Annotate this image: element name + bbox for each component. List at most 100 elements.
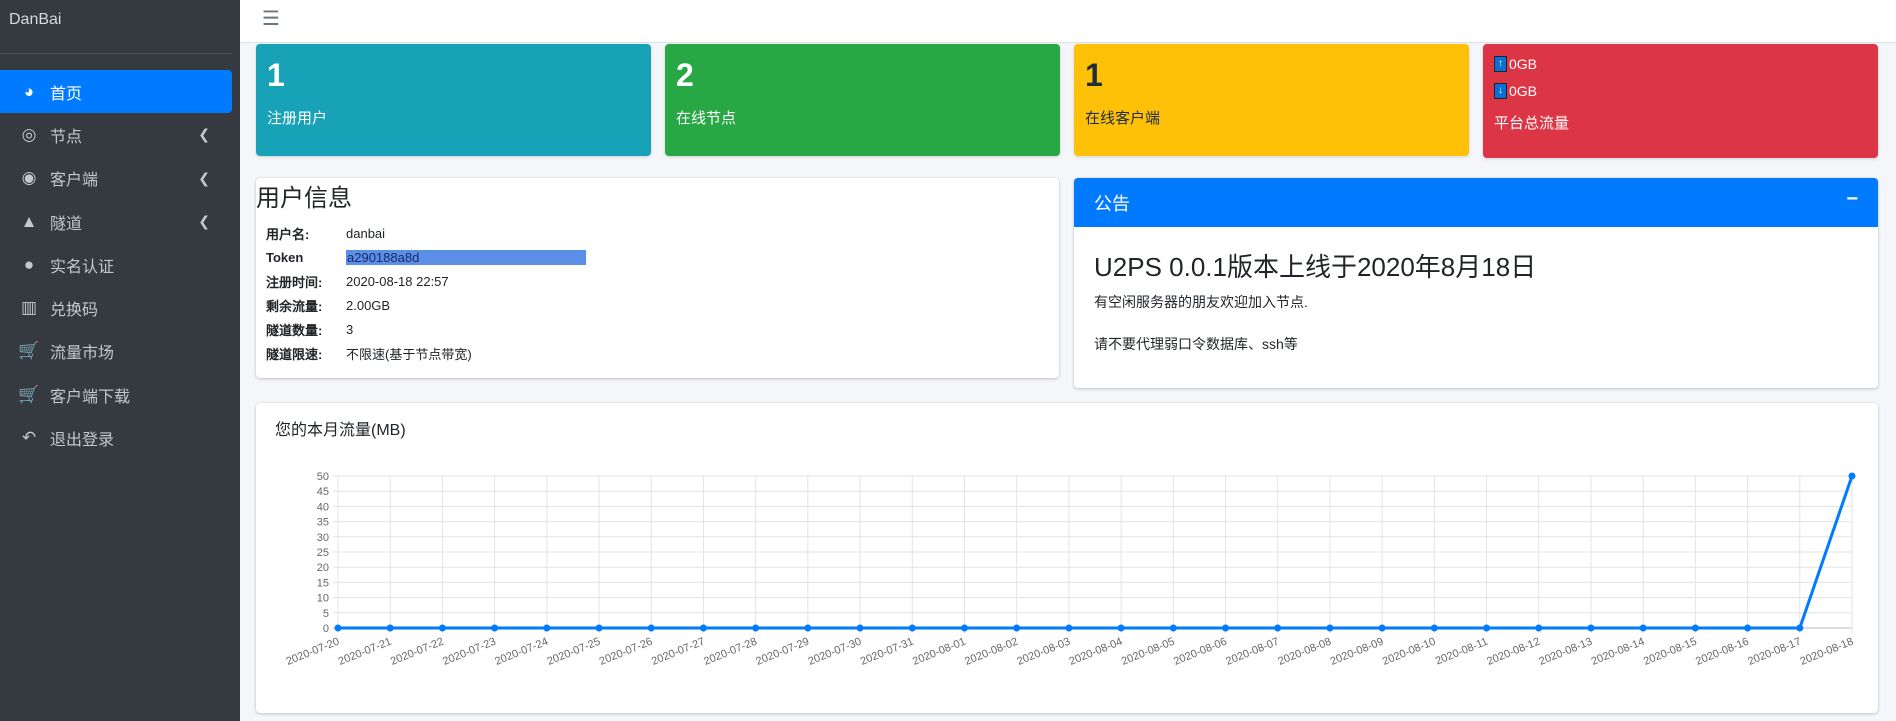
y-tick-label: 50 <box>317 471 329 483</box>
collapse-button[interactable]: − <box>1846 188 1858 211</box>
y-tick-label: 15 <box>317 577 329 589</box>
user-info-title: 用户信息 <box>256 185 352 212</box>
data-point <box>1639 624 1647 632</box>
sidebar-item-label: 客户端下载 <box>50 388 131 406</box>
field-label: 用户名: <box>266 227 310 242</box>
podcast-icon: ◉ <box>21 168 37 188</box>
sidebar-item-3[interactable]: ▲ 隧道 ❮ <box>0 200 232 243</box>
data-point <box>543 624 551 632</box>
x-tick-label: 2020-08-12 <box>1485 636 1542 668</box>
x-tick-label: 2020-08-02 <box>963 636 1020 668</box>
data-point <box>1222 624 1230 632</box>
stat-value: 2 <box>676 57 694 93</box>
announcement-line: 请不要代理弱口令数据库、ssh等 <box>1094 336 1298 352</box>
chevron-left-icon[interactable]: ❮ <box>198 213 210 230</box>
sidebar-item-2[interactable]: ◉ 客户端 ❮ <box>0 157 232 200</box>
user-info-card: 用户信息 用户名: danbai Token a290188a8d 注册时间: 2020-… <box>256 178 1059 378</box>
field-value: 3 <box>346 318 594 342</box>
x-tick-label: 2020-08-05 <box>1120 636 1177 668</box>
sidebar-item-label: 兑换码 <box>50 302 99 320</box>
data-point <box>1587 624 1595 632</box>
traffic-chart-card: 您的本月流量(MB) 0 5 10 15 20 25 30 35 40 45 50 2020-07-2… <box>256 403 1878 713</box>
user-info-table: 用户名: danbai Token a290188a8d 注册时间: 2020-08-18… <box>266 222 594 366</box>
road-icon: ▲ <box>20 211 38 231</box>
sidebar-menu: ◕ 首页 ◎ 节点 ❮ ◉ 客户端 ❮ ▲ 隧道 ❮ ● 实名认证 ▥ 兑换码 🛒 流量市场 🛒 客户端下载 ↶ 退出登… <box>0 70 232 460</box>
upload-arrow-icon: ↑ <box>1494 56 1507 72</box>
announcement-line: 有空闲服务器的朋友欢迎加入节点. <box>1094 294 1308 310</box>
x-tick-label: 2020-08-08 <box>1276 636 1333 668</box>
field-value: danbai <box>346 222 594 246</box>
sidebar-item-4[interactable]: ● 实名认证 <box>0 243 232 286</box>
sidebar-item-label: 首页 <box>50 85 83 103</box>
field-label: Token <box>266 250 304 265</box>
data-point <box>1326 624 1334 632</box>
field-value: 2.00GB <box>346 294 594 318</box>
announcement-title: 公告 <box>1094 194 1130 214</box>
data-point <box>334 624 342 632</box>
data-point <box>1483 624 1491 632</box>
sidebar-item-label: 隧道 <box>50 215 83 233</box>
cart-icon: 🛒 <box>18 384 40 404</box>
data-point <box>699 624 707 632</box>
data-point <box>647 624 655 632</box>
value-text: 3 <box>346 322 354 337</box>
sidebar-item-1[interactable]: ◎ 节点 ❮ <box>0 113 232 156</box>
chevron-left-icon[interactable]: ❮ <box>198 126 210 143</box>
y-tick-label: 5 <box>323 608 329 620</box>
stat-value: 1 <box>1085 57 1103 93</box>
data-point <box>1013 624 1021 632</box>
user-info-row: 隧道数量: 3 <box>266 318 594 342</box>
stat-card-online-nodes: 2 在线节点 <box>665 44 1060 156</box>
token-value[interactable]: a290188a8d <box>346 250 586 265</box>
x-tick-label: 2020-07-23 <box>441 636 498 668</box>
x-tick-label: 2020-08-03 <box>1015 636 1072 668</box>
value-text: danbai <box>346 226 386 241</box>
stat-label: 在线节点 <box>676 110 737 128</box>
field-value: 不限速(基于节点带宽) <box>346 342 594 366</box>
data-point <box>386 624 394 632</box>
user-info-row: Token a290188a8d <box>266 246 594 270</box>
x-tick-label: 2020-07-22 <box>389 636 446 668</box>
x-tick-label: 2020-08-09 <box>1329 636 1386 668</box>
traffic-line-chart: 0 5 10 15 20 25 30 35 40 45 50 2020-07-202020-07-21… <box>284 471 1856 668</box>
user-info-row: 隧道限速: 不限速(基于节点带宽) <box>266 342 594 366</box>
menu-toggle-icon[interactable]: ☰ <box>262 6 280 31</box>
announcement-heading: U2PS 0.0.1版本上线于2020年8月18日 <box>1094 252 1537 282</box>
data-point <box>1535 624 1543 632</box>
y-tick-label: 40 <box>317 501 329 513</box>
stat-card-platform-traffic: ↑ 0GB ↓ 0GB 平台总流量 <box>1483 44 1878 158</box>
cart-icon: 🛒 <box>18 341 40 361</box>
sidebar-item-0[interactable]: ◕ 首页 <box>0 70 232 114</box>
x-tick-label: 2020-08-04 <box>1068 636 1125 668</box>
x-tick-label: 2020-08-07 <box>1224 636 1281 668</box>
field-label: 隧道限速: <box>266 347 323 362</box>
announcement-header: 公告 − <box>1074 178 1878 227</box>
x-tick-label: 2020-07-28 <box>702 636 759 668</box>
y-tick-label: 45 <box>317 486 329 498</box>
x-tick-label: 2020-08-06 <box>1172 636 1229 668</box>
data-point <box>1848 472 1856 480</box>
x-tick-label: 2020-07-29 <box>754 636 811 668</box>
data-point <box>856 624 864 632</box>
stat-label: 在线客户端 <box>1085 110 1161 128</box>
x-tick-label: 2020-07-26 <box>598 636 655 668</box>
stat-label: 平台总流量 <box>1494 115 1570 132</box>
field-value: a290188a8d <box>346 246 594 270</box>
sidebar-item-6[interactable]: 🛒 流量市场 <box>0 330 232 373</box>
sidebar-item-8[interactable]: ↶ 退出登录 <box>0 416 232 459</box>
data-point <box>1430 624 1438 632</box>
x-tick-label: 2020-07-25 <box>545 636 602 668</box>
sidebar-item-7[interactable]: 🛒 客户端下载 <box>0 373 232 416</box>
data-point <box>1796 624 1804 632</box>
sidebar-item-5[interactable]: ▥ 兑换码 <box>0 286 232 329</box>
y-tick-label: 20 <box>317 562 329 574</box>
sidebar-item-label: 节点 <box>50 128 83 146</box>
brand-name[interactable]: DanBai <box>9 11 61 29</box>
x-tick-label: 2020-08-16 <box>1694 636 1751 668</box>
x-tick-label: 2020-07-20 <box>284 636 341 668</box>
chevron-left-icon[interactable]: ❮ <box>198 170 210 187</box>
x-tick-label: 2020-08-13 <box>1537 636 1594 668</box>
traffic-up-value: 0GB <box>1509 56 1538 72</box>
x-tick-label: 2020-08-17 <box>1746 636 1803 668</box>
y-tick-label: 25 <box>317 547 329 559</box>
